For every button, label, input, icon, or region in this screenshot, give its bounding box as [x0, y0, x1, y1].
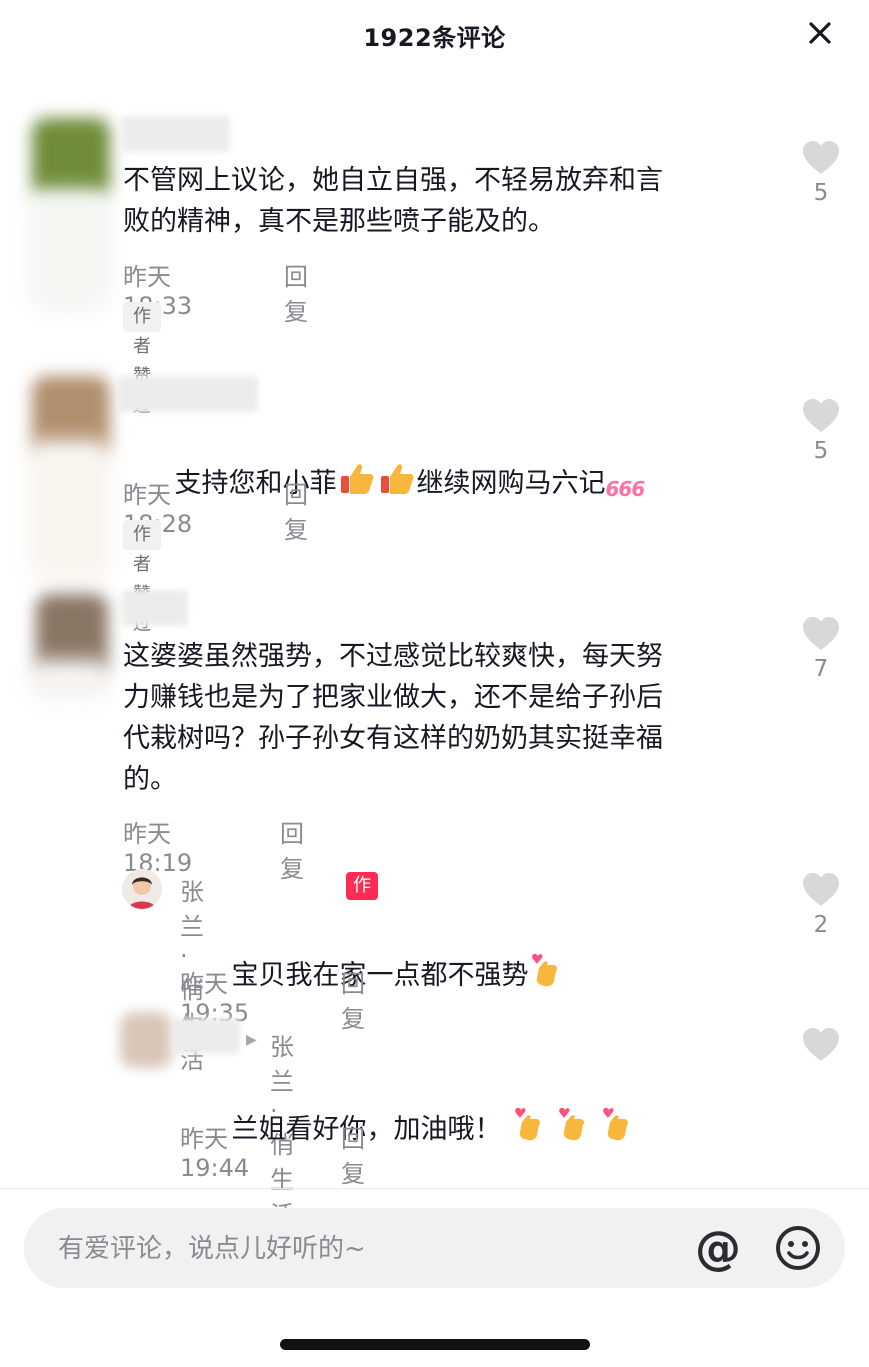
like-button[interactable] — [799, 1027, 843, 1063]
emoji-button[interactable] — [773, 1223, 823, 1273]
reply-text: 兰姐看好你，加油哦！ — [180, 1063, 760, 1195]
like-button[interactable]: 7 — [799, 616, 843, 682]
finger-heart-icon — [600, 1104, 634, 1154]
reply-text: 宝贝我在家一点都不强势 — [180, 909, 760, 1041]
close-icon — [809, 22, 831, 44]
author-avatar[interactable] — [122, 869, 162, 909]
avatar[interactable] — [120, 1012, 172, 1068]
username-blurred[interactable] — [122, 116, 230, 152]
heart-icon — [803, 141, 839, 174]
home-indicator — [280, 1339, 590, 1350]
666-sticker: 666 — [605, 477, 646, 501]
author-avatar-image — [122, 869, 162, 909]
like-count: 2 — [813, 912, 829, 938]
at-icon: @ — [695, 1221, 741, 1275]
avatar-shadow — [28, 440, 110, 580]
like-button[interactable]: 5 — [799, 140, 843, 206]
reply-button[interactable]: 回复 — [341, 1119, 365, 1189]
thumbs-up-icon — [337, 460, 377, 508]
reply-time: 昨天 19:44 — [180, 1125, 250, 1182]
comments-sheet: 1922条评论 不管网上议论，她自立自强，不轻易放弃和言 败的精神，真不是那些喷… — [0, 0, 869, 1367]
comment-text: 这婆婆虽然强势，不过感觉比较爽快，每天努 力赚钱也是为了把家业做大，还不是给子孙… — [123, 641, 663, 795]
avatar-shadow — [28, 660, 110, 700]
comment-count-title: 1922条评论 — [363, 24, 506, 52]
like-count: 7 — [813, 656, 829, 682]
heart-icon — [803, 1028, 839, 1061]
reply-button[interactable]: 回复 — [280, 814, 304, 884]
author-badge: 作者 — [346, 872, 378, 924]
like-count: 5 — [813, 180, 829, 206]
thumbs-up-icon — [377, 460, 417, 508]
heart-icon — [803, 399, 839, 432]
username-blurred[interactable] — [118, 376, 258, 412]
reply-text-part: 兰姐看好你，加油哦！ — [231, 1114, 502, 1145]
comment-time: 昨天 18:19 — [123, 820, 193, 877]
like-button[interactable]: 5 — [799, 398, 843, 464]
comment-text: 不管网上议论，她自立自强，不轻易放弃和言 败的精神，真不是那些喷子能及的。 — [123, 165, 663, 237]
mention-button[interactable]: @ — [691, 1222, 745, 1276]
author-liked-tag: 作者赞过 — [123, 302, 161, 417]
username-blurred[interactable] — [122, 590, 188, 626]
reply-button[interactable]: 回复 — [284, 475, 308, 545]
avatar[interactable] — [32, 118, 110, 198]
comments-header: 1922条评论 — [0, 0, 869, 70]
close-button[interactable] — [800, 16, 840, 52]
comment-text-part: 继续网购马六记 — [416, 468, 606, 499]
comment-input[interactable] — [56, 1228, 660, 1270]
finger-heart-icon — [529, 950, 563, 1000]
reply-button[interactable]: 回复 — [284, 257, 308, 327]
reply-button[interactable]: 回复 — [341, 964, 365, 1034]
heart-icon — [803, 873, 839, 906]
like-button[interactable]: 2 — [799, 872, 843, 938]
reply-text-part: 宝贝我在家一点都不强势 — [231, 960, 529, 991]
comment-composer: @ — [24, 1208, 845, 1288]
heart-icon — [803, 617, 839, 650]
finger-heart-icon — [512, 1104, 546, 1154]
comment-text-part: 支持您和小菲 — [174, 468, 337, 499]
finger-heart-icon — [556, 1104, 590, 1154]
comment-text: 支持您和小菲 继续网购马六记666 — [123, 419, 763, 551]
smiley-icon — [776, 1226, 820, 1270]
like-count: 5 — [813, 438, 829, 464]
avatar-shadow — [28, 190, 110, 310]
composer-divider — [0, 1188, 869, 1189]
author-liked-tag: 作者赞过 — [123, 520, 161, 635]
username-blurred[interactable] — [172, 1018, 240, 1054]
reply-to-arrow-icon: ▶ — [246, 1032, 257, 1048]
